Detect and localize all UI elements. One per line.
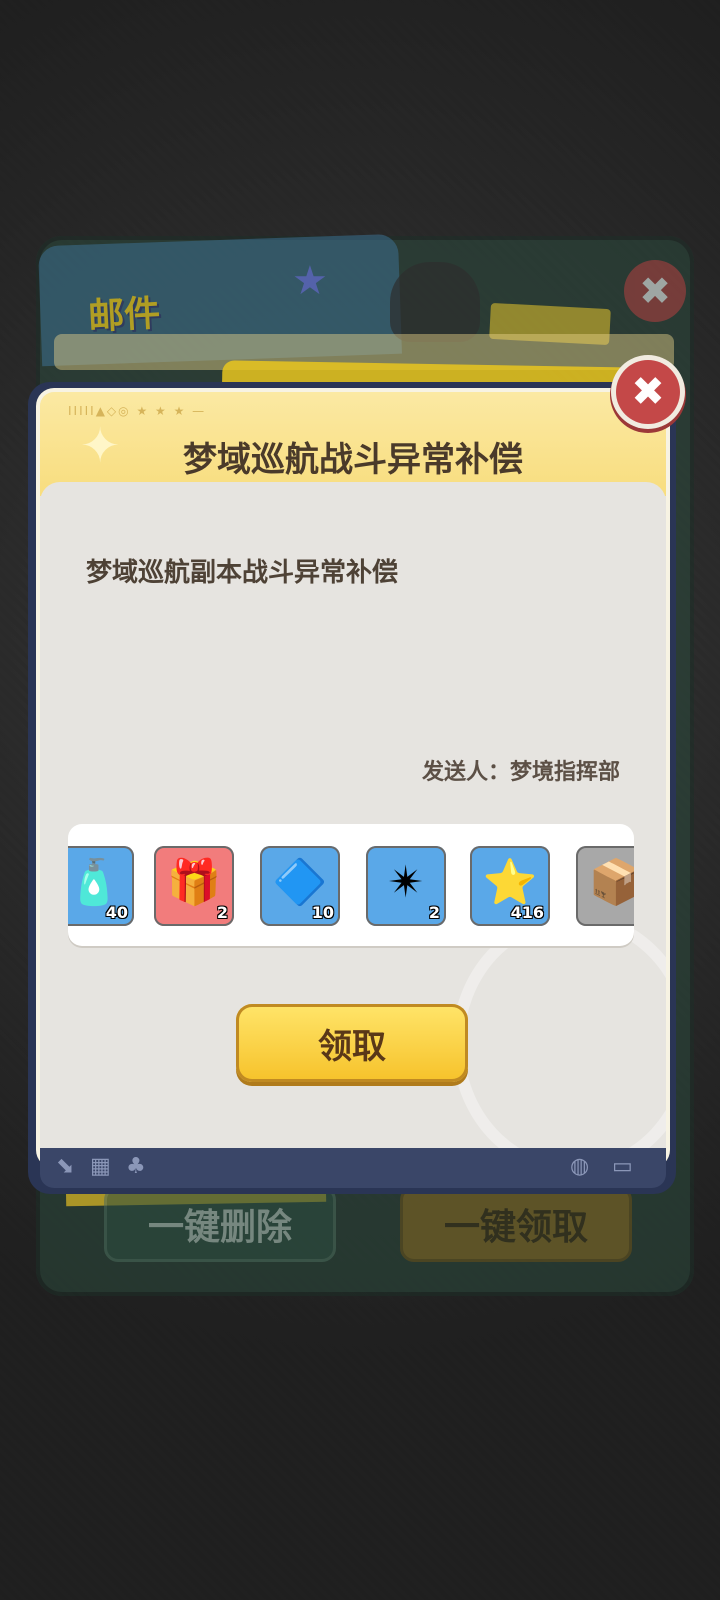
dialog-footer: ⬊ ▦ ♣ ◍ ▭ — [40, 1148, 666, 1188]
cat-mascot-icon — [390, 262, 480, 342]
reward-item-blue-star-badge[interactable]: ✴ 2 — [366, 846, 446, 926]
claim-all-button[interactable]: 一键领取 — [400, 1186, 632, 1262]
star-icon: ★ — [292, 258, 328, 304]
claim-button[interactable]: 领取 — [236, 1004, 468, 1082]
mail-body-text: 梦域巡航副本战斗异常补偿 — [86, 558, 399, 588]
gift-box-icon: 🎁 — [166, 856, 222, 908]
reward-count: 2 — [428, 903, 440, 922]
dialog-title: 梦域巡航战斗异常补偿 — [183, 440, 523, 480]
dialog-header: IIIII▲◇◎ ★ ★ ★ — ✦ 梦域巡航战斗异常补偿 — [40, 392, 666, 510]
mail-window-title: 邮件 — [87, 293, 162, 338]
bottle-icon: 🧴 — [68, 856, 122, 908]
reward-item-mystery-gift-box[interactable]: 🎁 2 — [154, 846, 234, 926]
checker-icon: ▦ — [90, 1154, 111, 1179]
sender-label: 发送人： — [421, 760, 510, 785]
star-badge-icon: ✴ — [387, 856, 425, 908]
reward-count: 10 — [311, 903, 334, 922]
crystal-sand-icon: 🔷 — [272, 856, 328, 908]
crate-icon: 📦 — [588, 856, 634, 908]
globe-icon: ◍ — [570, 1154, 590, 1179]
mail-close-button[interactable]: ✖ — [624, 260, 686, 322]
reward-item-gold-star-coin[interactable]: ⭐ 416 — [470, 846, 550, 926]
reward-count: 416 — [510, 903, 544, 922]
reward-item-mystery-crate[interactable]: 📦 — [576, 846, 634, 926]
card-icon: ▭ — [612, 1154, 633, 1179]
gold-coin-icon: ⭐ — [482, 856, 538, 908]
close-icon[interactable]: ✖ — [616, 360, 680, 424]
reward-count: 2 — [216, 903, 228, 922]
delete-all-button[interactable]: 一键删除 — [104, 1186, 336, 1262]
reward-count: 40 — [105, 903, 128, 922]
swirl-decoration — [452, 912, 666, 1164]
sender-name: 梦境指挥部 — [509, 760, 620, 785]
reward-item-blue-crystal-sand[interactable]: 🔷 10 — [260, 846, 340, 926]
arrow-icon: ⬊ — [56, 1154, 75, 1179]
header-decoration: IIIII▲◇◎ ★ ★ ★ — — [68, 404, 207, 418]
mail-detail-dialog: IIIII▲◇◎ ★ ★ ★ — ✦ 梦域巡航战斗异常补偿 梦域巡航副本战斗异常… — [40, 392, 666, 1164]
club-icon: ♣ — [126, 1154, 146, 1179]
reward-list[interactable]: 🧴 40 🎁 2 🔷 10 ✴ 2 ⭐ 416 📦 — [68, 824, 634, 946]
reward-item-mystery-bottle[interactable]: 🧴 40 — [68, 846, 134, 926]
sender-line: 发送人：梦境指挥部 — [422, 754, 620, 786]
